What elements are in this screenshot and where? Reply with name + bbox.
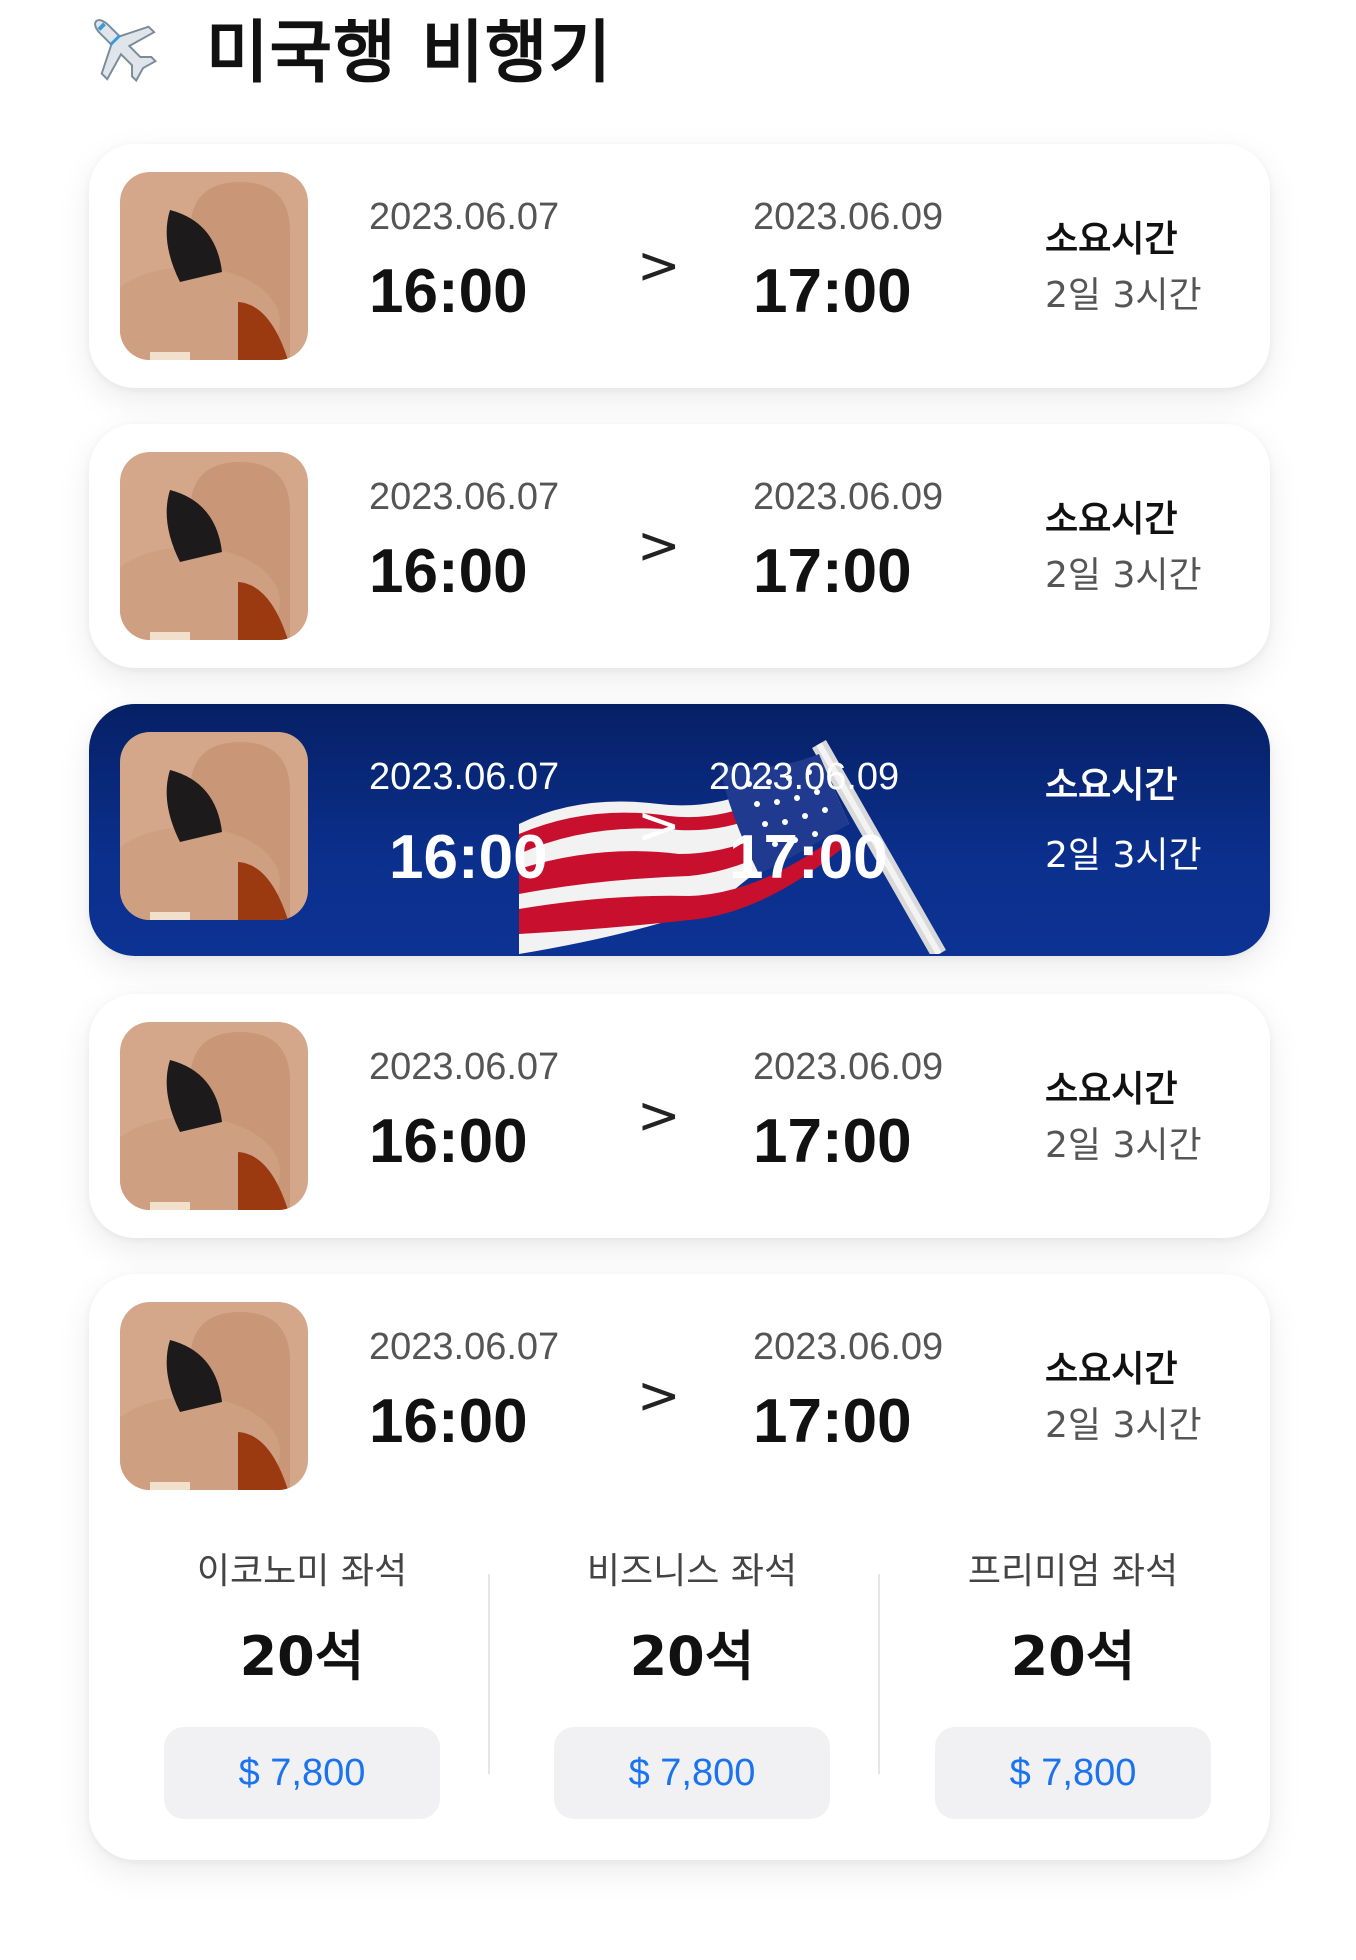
arrival-date: 2023.06.09: [753, 476, 944, 518]
duration-value: 2일 3시간: [1045, 835, 1202, 876]
airline-thumbnail: [120, 732, 308, 920]
seat-count: 20석: [1010, 1625, 1136, 1688]
flight-card[interactable]: 2023.06.07 16:00 > 2023.06.09 17:00 소요시간…: [89, 424, 1270, 668]
seat-option-premium: 프리미엄 좌석 20석 $ 7,800: [923, 1542, 1223, 1819]
seat-count: 20석: [629, 1625, 755, 1688]
seat-class-label: 이코노미 좌석: [196, 1551, 408, 1592]
economy-price-button[interactable]: $ 7,800: [164, 1727, 440, 1819]
duration-value: 2일 3시간: [1045, 555, 1202, 596]
arrival-date: 2023.06.09: [709, 756, 900, 798]
business-price-button[interactable]: $ 7,800: [554, 1727, 830, 1819]
premium-price-button[interactable]: $ 7,800: [935, 1727, 1211, 1819]
arrow-right-icon: >: [637, 516, 681, 576]
arrow-right-icon: >: [637, 796, 681, 856]
arrival-date: 2023.06.09: [753, 196, 944, 238]
arrival-date: 2023.06.09: [753, 1046, 944, 1088]
flight-card-selected[interactable]: 2023.06.07 16:00 > 2023.06.09 17:00 소요시간…: [89, 704, 1270, 956]
flight-card[interactable]: 2023.06.07 16:00 > 2023.06.09 17:00 소요시간…: [89, 144, 1270, 388]
duration-value: 2일 3시간: [1045, 1405, 1202, 1446]
duration-value: 2일 3시간: [1045, 275, 1202, 316]
header: 미국행 비행기: [82, 0, 612, 93]
airline-thumbnail: [120, 1022, 308, 1210]
departure-time: 16:00: [369, 537, 528, 606]
arrival-time: 17:00: [753, 257, 912, 326]
seat-class-label: 프리미엄 좌석: [967, 1551, 1179, 1592]
departure-date: 2023.06.07: [369, 1046, 560, 1088]
seat-option-economy: 이코노미 좌석 20석 $ 7,800: [152, 1542, 452, 1819]
airplane-icon: [82, 7, 160, 85]
arrival-time: 17:00: [753, 1107, 912, 1176]
departure-time: 16:00: [369, 1107, 528, 1176]
departure-date: 2023.06.07: [369, 756, 560, 798]
divider: [488, 1574, 490, 1774]
flight-card-expanded[interactable]: 2023.06.07 16:00 > 2023.06.09 17:00 소요시간…: [89, 1274, 1270, 1860]
departure-time: 16:00: [369, 257, 528, 326]
duration-value: 2일 3시간: [1045, 1125, 1202, 1166]
arrow-right-icon: >: [637, 1366, 681, 1426]
seat-class-label: 비즈니스 좌석: [586, 1551, 798, 1592]
arrow-right-icon: >: [637, 1086, 681, 1146]
duration-label: 소요시간: [1045, 765, 1178, 806]
duration-label: 소요시간: [1045, 1069, 1178, 1110]
page-title: 미국행 비행기: [206, 13, 613, 93]
airline-thumbnail: [120, 452, 308, 640]
airline-thumbnail: [120, 1302, 308, 1490]
departure-time: 16:00: [369, 1387, 528, 1456]
departure-date: 2023.06.07: [369, 476, 560, 518]
arrival-time: 17:00: [729, 823, 888, 892]
departure-date: 2023.06.07: [369, 1326, 560, 1368]
seat-count: 20석: [239, 1625, 365, 1688]
flight-card[interactable]: 2023.06.07 16:00 > 2023.06.09 17:00 소요시간…: [89, 994, 1270, 1238]
duration-label: 소요시간: [1045, 1349, 1178, 1390]
arrival-date: 2023.06.09: [753, 1326, 944, 1368]
arrow-right-icon: >: [637, 236, 681, 296]
arrival-time: 17:00: [753, 1387, 912, 1456]
departure-date: 2023.06.07: [369, 196, 560, 238]
divider: [878, 1574, 880, 1774]
airline-thumbnail: [120, 172, 308, 360]
seat-option-business: 비즈니스 좌석 20석 $ 7,800: [542, 1542, 842, 1819]
duration-label: 소요시간: [1045, 499, 1178, 540]
arrival-time: 17:00: [753, 537, 912, 606]
departure-time: 16:00: [389, 823, 548, 892]
duration-label: 소요시간: [1045, 219, 1178, 260]
